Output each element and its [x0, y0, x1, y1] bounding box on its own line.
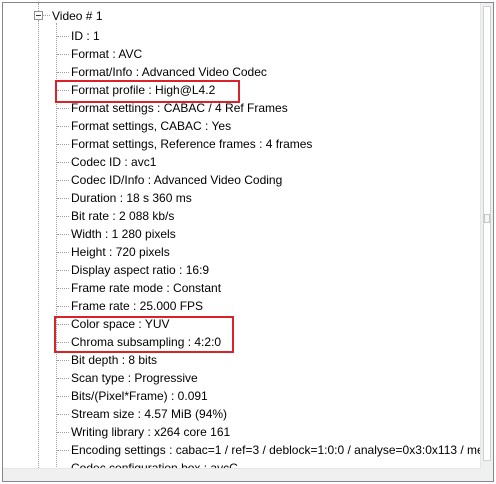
- tree-item[interactable]: Format/Info : Advanced Video Codec: [71, 63, 267, 81]
- tree-item[interactable]: Duration : 18 s 360 ms: [71, 189, 192, 207]
- tree-item[interactable]: Bit depth : 8 bits: [71, 351, 157, 369]
- collapse-minus-icon[interactable]: [34, 11, 43, 20]
- tree-line: [38, 3, 39, 11]
- tree-line: [57, 198, 69, 199]
- tree-line: [57, 414, 69, 415]
- tree-line: [57, 252, 69, 253]
- highlight-format-profile: [55, 80, 240, 103]
- tree-line: [57, 72, 69, 73]
- tree-line: [57, 360, 69, 361]
- tree-item[interactable]: Format settings, Reference frames : 4 fr…: [71, 135, 312, 153]
- highlight-color-chroma: [54, 316, 234, 353]
- tree-line: [57, 126, 69, 127]
- vertical-scrollbar[interactable]: [480, 3, 493, 469]
- tree-item[interactable]: Width : 1 280 pixels: [71, 225, 176, 243]
- tree-item[interactable]: Display aspect ratio : 16:9: [71, 261, 209, 279]
- tree-item[interactable]: Frame rate : 25.000 FPS: [71, 297, 203, 315]
- tree-line: [57, 54, 69, 55]
- tree-line: [38, 20, 39, 469]
- tree-line: [57, 108, 69, 109]
- tree-line: [57, 36, 69, 37]
- tree-line: [57, 396, 69, 397]
- tree-item[interactable]: Format : AVC: [71, 45, 142, 63]
- tree-item[interactable]: Scan type : Progressive: [71, 369, 198, 387]
- tree-item[interactable]: Bit rate : 2 088 kb/s: [71, 207, 174, 225]
- vertical-scroll-thumb[interactable]: [483, 6, 491, 461]
- tree-line: [43, 15, 50, 16]
- tree-line: [57, 270, 69, 271]
- tree-item[interactable]: Encoding settings : cabac=1 / ref=3 / de…: [71, 441, 481, 459]
- tree-line: [57, 306, 69, 307]
- tree-line: [57, 144, 69, 145]
- tree-view: Video # 1 ID : 1 Format : AVC Format/Info …: [3, 3, 481, 469]
- tree-line: [57, 180, 69, 181]
- tree-view-panel: Video # 1 ID : 1 Format : AVC Format/Info …: [2, 2, 494, 482]
- tree-line: [57, 288, 69, 289]
- tree-item[interactable]: Frame rate mode : Constant: [71, 279, 221, 297]
- tree-line: [57, 450, 69, 451]
- tree-item[interactable]: Bits/(Pixel*Frame) : 0.091: [71, 387, 208, 405]
- tree-line: [57, 162, 69, 163]
- tree-node-video-1[interactable]: Video # 1: [52, 7, 103, 25]
- tree-item[interactable]: Height : 720 pixels: [71, 243, 170, 261]
- tree-item[interactable]: Format settings, CABAC : Yes: [71, 117, 231, 135]
- tree-line: [57, 378, 69, 379]
- tree-line: [57, 432, 69, 433]
- scroll-corner: [481, 469, 493, 481]
- tree-line: [57, 216, 69, 217]
- tree-line: [57, 234, 69, 235]
- tree-item[interactable]: ID : 1: [71, 27, 100, 45]
- tree-item[interactable]: Stream size : 4.57 MiB (94%): [71, 405, 227, 423]
- tree-item[interactable]: Codec ID/Info : Advanced Video Coding: [71, 171, 282, 189]
- horizontal-scrollbar[interactable]: [3, 468, 481, 481]
- tree-item[interactable]: Writing library : x264 core 161: [71, 423, 230, 441]
- tree-item[interactable]: Codec ID : avc1: [71, 153, 156, 171]
- scroll-grip-icon: [484, 214, 490, 223]
